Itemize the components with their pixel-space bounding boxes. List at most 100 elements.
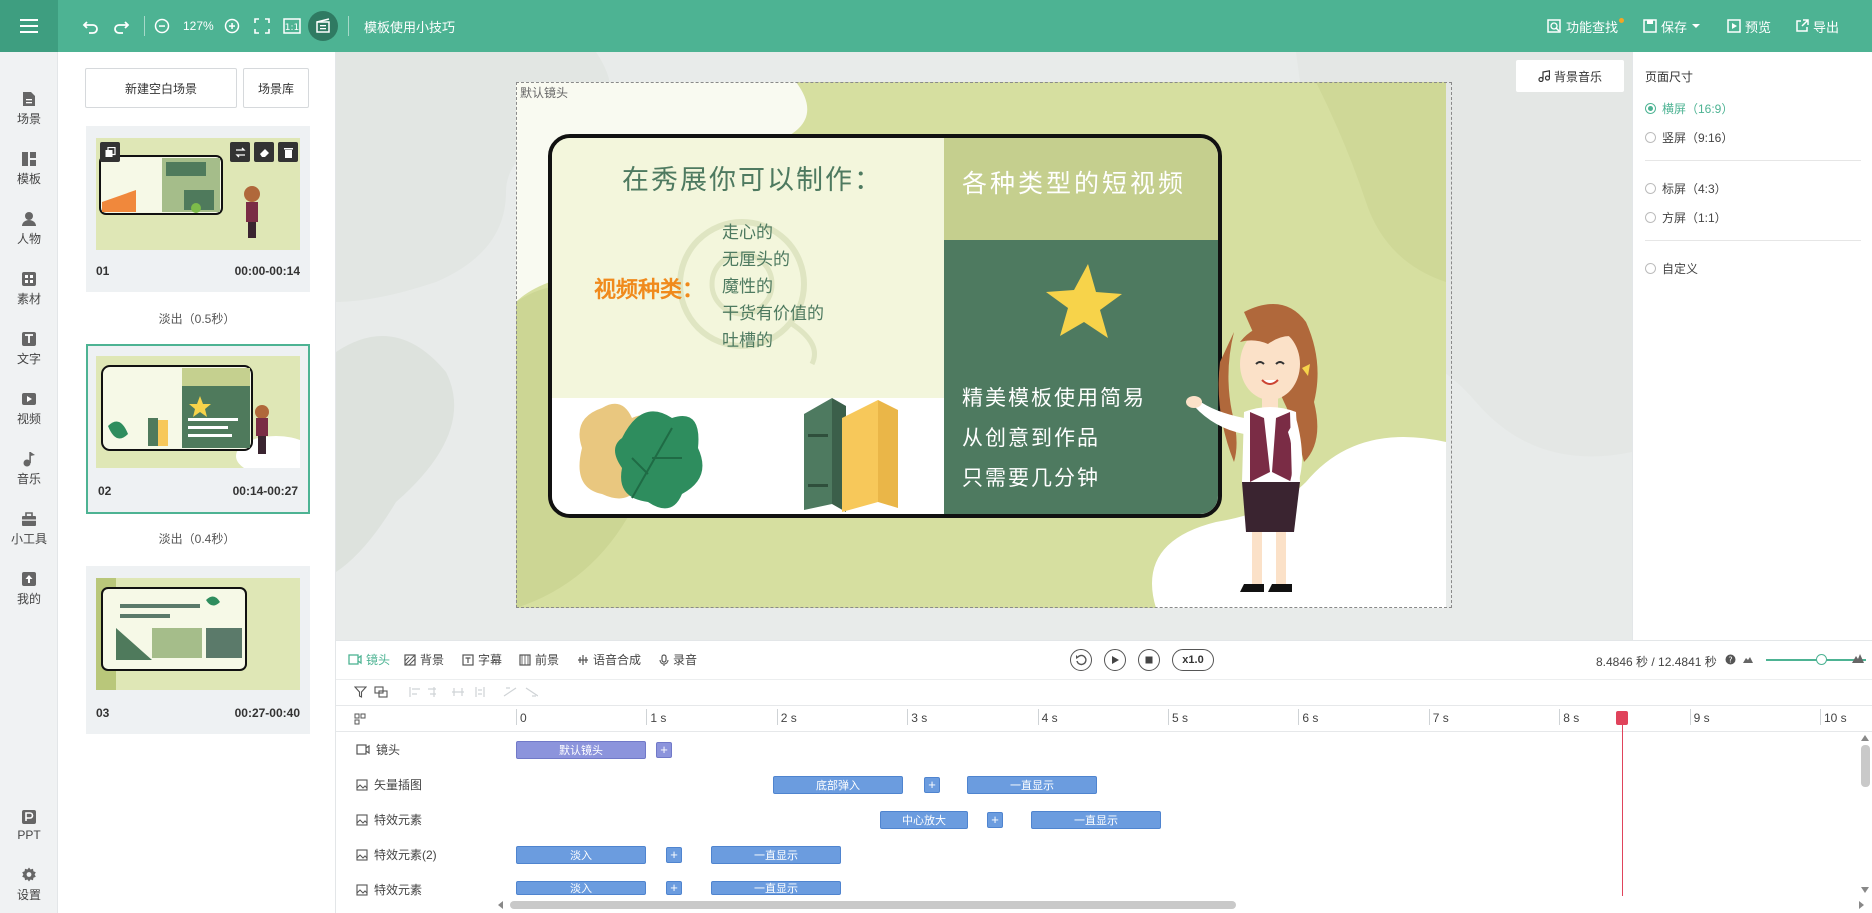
video-types-label[interactable]: 视频种类： [594,272,704,304]
scroll-up-icon[interactable] [1861,735,1869,741]
menu-button[interactable] [0,0,58,52]
project-title[interactable]: 模板使用小技巧 [364,0,455,52]
leaf-illustration[interactable] [572,398,722,518]
left-heading[interactable]: 在秀展你可以制作： [622,158,883,197]
clip-fade-in[interactable]: 淡入 [516,846,646,864]
radio[interactable] [1645,212,1656,223]
grid-icon[interactable] [354,713,366,725]
add-effect-button[interactable]: + [987,812,1003,828]
clip-always-show[interactable]: 一直显示 [967,776,1097,794]
tab-tts[interactable]: 语音合成 [577,651,641,668]
add-lens-button[interactable]: + [656,742,672,758]
scroll-right-icon[interactable] [1858,901,1864,909]
play-button[interactable] [1104,649,1126,671]
rail-item-text[interactable]: 文字 [0,324,58,374]
radio[interactable] [1645,183,1656,194]
vertical-scrollbar[interactable] [1858,733,1872,895]
content-card[interactable]: 在秀展你可以制作： 各种类型的短视频 视频种类： 走心的 无厘头的 魔性的 干货… [548,134,1222,518]
export-button[interactable]: 导出 [1795,0,1839,52]
horizontal-scrollbar[interactable] [496,896,1872,913]
scene-library-button[interactable]: 场景库 [243,68,309,108]
scene-card-02[interactable]: 02 00:14-00:27 [86,344,310,514]
rail-item-scene[interactable]: 场景 [0,84,58,134]
rail-item-material[interactable]: 素材 [0,264,58,314]
help-icon[interactable]: ? [1725,654,1736,665]
rail-item-mine[interactable]: 我的 [0,564,58,614]
clip-default-lens[interactable]: 默认镜头 [516,741,646,759]
rail-item-template[interactable]: 模板 [0,144,58,194]
page-size-option-9-16[interactable]: 竖屏（9:16） [1645,129,1733,146]
zoom-large-icon[interactable] [1852,653,1864,663]
radio[interactable] [1645,263,1656,274]
add-effect-button[interactable]: + [666,881,682,895]
radio[interactable] [1645,132,1656,143]
slogan-list[interactable]: 精美模板使用简易 从创意到作品 只需要几分钟 [962,378,1146,498]
tab-foreground[interactable]: 前景 [519,651,559,668]
save-button[interactable]: 保存 [1643,0,1701,52]
clip-center-zoom[interactable]: 中心放大 [880,811,968,829]
clip-fade-in[interactable]: 淡入 [516,881,646,895]
add-effect-button[interactable]: + [666,847,682,863]
page-size-option-16-9[interactable]: 横屏（16:9） [1645,100,1733,117]
add-effect-button[interactable]: + [924,777,940,793]
tab-lens[interactable]: 镜头 [348,651,390,668]
transition-label-01[interactable]: 淡出（0.5秒） [58,310,336,327]
rewind-button[interactable] [1070,649,1092,671]
video-types-list[interactable]: 走心的 无厘头的 魔性的 干货有价值的 吐槽的 [722,220,824,355]
new-blank-scene-button[interactable]: 新建空白场景 [85,68,237,108]
undo-button[interactable] [82,0,100,52]
rail-item-character[interactable]: 人物 [0,204,58,254]
scene-card-01[interactable]: 01 00:00-00:14 [86,126,310,292]
page-size-option-custom[interactable]: 自定义 [1645,260,1698,277]
tab-record[interactable]: 录音 [659,651,697,668]
speed-button[interactable]: x1.0 [1172,649,1214,671]
rail-item-settings[interactable]: 设置 [0,860,58,910]
person-icon [22,212,36,226]
actual-size-button[interactable]: 1:1 [283,0,301,52]
character-illustration[interactable] [1184,292,1344,612]
erase-scene-button[interactable] [254,142,274,162]
rail-item-music[interactable]: 音乐 [0,444,58,494]
transition-label-02[interactable]: 淡出（0.4秒） [58,530,336,547]
background-music-button[interactable]: 背景音乐 [1516,60,1624,92]
radio-selected[interactable] [1645,103,1656,114]
clip-always-show[interactable]: 一直显示 [1031,811,1161,829]
preview-button[interactable]: 预览 [1727,0,1771,52]
clip-always-show[interactable]: 一直显示 [711,881,841,895]
books-illustration[interactable] [802,384,912,514]
zoom-out-button[interactable] [154,0,170,52]
image-icon [356,778,368,791]
rail-item-ppt[interactable]: PPT [0,800,58,850]
tab-subtitle[interactable]: 字幕 [462,651,502,668]
redo-button[interactable] [112,0,130,52]
right-heading[interactable]: 各种类型的短视频 [962,164,1186,200]
clip-always-show[interactable]: 一直显示 [711,846,841,864]
playhead-handle[interactable] [1615,711,1628,725]
vertical-scroll-thumb[interactable] [1861,745,1870,787]
page-size-option-4-3[interactable]: 标屏（4:3） [1645,180,1727,197]
swap-scene-button[interactable] [230,142,250,162]
page-size-option-1-1[interactable]: 方屏（1:1） [1645,209,1727,226]
zoom-small-icon[interactable] [1743,655,1753,663]
timeline-zoom-handle[interactable] [1816,654,1827,665]
canvas-area[interactable]: 默认镜头 在秀展你可以制作： 各种类型的短视频 视频种类： 走心的 无厘头的 魔… [336,52,1632,640]
func-search-button[interactable]: 功能查找 [1547,0,1625,52]
layers-icon[interactable] [374,686,388,698]
subtitle-mode-button[interactable] [308,0,338,52]
filter-icon[interactable] [354,686,367,698]
fit-screen-button[interactable] [254,0,270,52]
delete-scene-button[interactable] [278,142,298,162]
scroll-down-icon[interactable] [1861,887,1869,893]
horizontal-scroll-thumb[interactable] [510,901,1236,909]
tab-background[interactable]: 背景 [404,651,444,668]
zoom-in-button[interactable] [224,0,240,52]
copy-scene-button[interactable] [100,142,120,162]
scene-card-03[interactable]: 03 00:27-00:40 [86,566,310,734]
rail-item-tools[interactable]: 小工具 [0,504,58,554]
stop-button[interactable] [1138,649,1160,671]
scene-meta: 01 00:00-00:14 [96,264,300,278]
rail-item-video[interactable]: 视频 [0,384,58,434]
scroll-left-icon[interactable] [498,901,504,909]
clip-bottom-pop[interactable]: 底部弹入 [773,776,903,794]
scene-time: 00:27-00:40 [234,706,300,720]
